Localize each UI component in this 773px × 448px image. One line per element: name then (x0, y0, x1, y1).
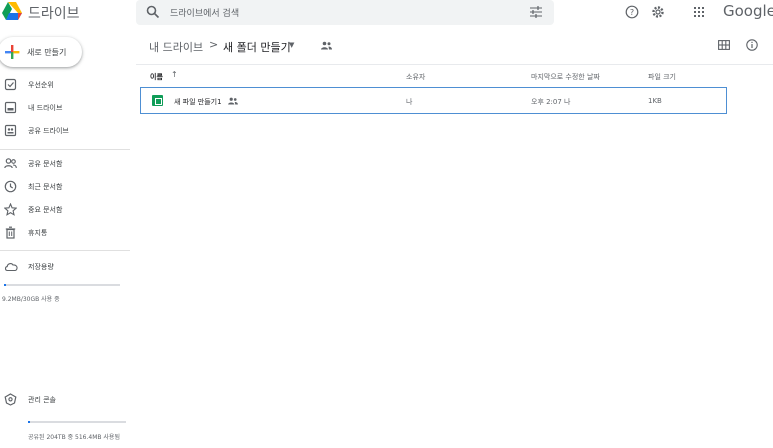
sidebar-item-admin-console[interactable]: 관리 콘솔 (0, 390, 130, 410)
sidebar-divider (0, 149, 130, 150)
google-account-brand[interactable]: Google (723, 2, 773, 20)
file-owner: 나 (406, 98, 413, 106)
sidebar-item-shared-drives[interactable]: 공유 드라이브 (0, 121, 130, 141)
main-header-divider (136, 64, 773, 65)
settings-gear-icon[interactable] (651, 5, 665, 19)
new-button[interactable]: 새로 만들기 (0, 37, 82, 67)
sidebar-item-label: 휴지통 (28, 229, 48, 237)
new-button-label: 새로 만들기 (27, 48, 67, 57)
sidebar-item-label: 우선순위 (28, 81, 54, 89)
sidebar-item-label: 관리 콘솔 (28, 396, 56, 404)
sidebar-item-my-drive[interactable]: 내 드라이브 (0, 98, 130, 118)
file-last-modified: 오후 2:07 나 (531, 98, 571, 106)
sidebar-item-label: 내 드라이브 (28, 104, 63, 112)
sidebar-item-shared-with-me[interactable]: 공유 문서함 (0, 154, 130, 174)
sidebar-item-label: 공유 문서함 (28, 160, 63, 168)
storage-progress-fill (4, 284, 6, 286)
apps-grid-icon[interactable] (692, 5, 706, 19)
storage-usage-text: 9.2MB/30GB 사용 중 (2, 296, 60, 303)
column-header-owner: 소유자 (406, 73, 426, 81)
app-title[interactable]: 드라이브 (28, 3, 80, 23)
sidebar-item-priority[interactable]: 우선순위 (0, 75, 130, 95)
column-header-name[interactable]: 이름 (150, 72, 163, 82)
drive-icon (4, 101, 17, 114)
star-icon (4, 203, 17, 216)
file-row[interactable]: 새 파일 만들기1 나 오후 2:07 나 1KB (140, 87, 727, 114)
sidebar-item-storage[interactable]: 저장용량 (0, 257, 130, 277)
storage-progress-bar (4, 284, 120, 286)
sidebar-item-label: 중요 문서함 (28, 206, 63, 214)
people-icon (4, 158, 17, 169)
check-square-icon (4, 78, 17, 91)
info-icon[interactable] (746, 39, 758, 51)
sidebar-item-label: 저장용량 (28, 263, 54, 271)
breadcrumb-my-drive[interactable]: 내 드라이브 (149, 39, 203, 55)
sidebar-item-label: 최근 문서함 (28, 183, 63, 191)
sidebar-divider (0, 250, 130, 251)
shared-folder-people-icon (321, 41, 332, 50)
sidebar-item-recent[interactable]: 최근 문서함 (0, 177, 130, 197)
sidebar-item-starred[interactable]: 중요 문서함 (0, 200, 130, 220)
grid-view-icon[interactable] (718, 40, 730, 50)
search-input[interactable]: 드라이브에서 검색 (170, 6, 239, 19)
trash-icon (5, 226, 16, 239)
shared-drive-icon (4, 124, 17, 137)
shared-people-icon (228, 97, 238, 105)
google-sheets-file-icon (152, 95, 163, 106)
breadcrumb-separator: > (209, 38, 219, 51)
cloud-icon (4, 263, 18, 272)
breadcrumb-current-folder[interactable]: 새 폴더 만들기 (223, 39, 291, 55)
column-header-file-size[interactable]: 파일 크기 (648, 72, 676, 82)
sidebar-item-trash[interactable]: 휴지통 (0, 223, 130, 243)
shared-storage-usage-text: 공유된 204TB 중 516.4MB 사용됨 (28, 434, 120, 441)
drive-logo-icon[interactable] (2, 2, 22, 20)
help-icon[interactable]: ? (625, 5, 639, 19)
search-icon[interactable] (146, 5, 160, 19)
sidebar-item-label: 공유 드라이브 (28, 127, 69, 135)
svg-text:?: ? (630, 8, 634, 17)
top-bar: 드라이브 드라이브에서 검색 ? Google (0, 0, 773, 28)
search-options-icon[interactable] (530, 6, 542, 18)
file-size: 1KB (648, 97, 662, 105)
plus-icon (5, 45, 20, 59)
clock-icon (4, 180, 17, 193)
search-bar[interactable]: 드라이브에서 검색 (136, 0, 554, 25)
admin-shield-icon (4, 393, 17, 406)
caret-down-icon[interactable]: ▼ (289, 41, 294, 49)
sort-ascending-arrow-icon[interactable]: ↑ (171, 70, 178, 79)
column-header-last-modified[interactable]: 마지막으로 수정한 날짜 (531, 72, 600, 82)
shared-storage-progress-fill (28, 421, 30, 423)
file-name: 새 파일 만들기1 (174, 98, 222, 106)
shared-storage-progress-bar (28, 421, 126, 423)
